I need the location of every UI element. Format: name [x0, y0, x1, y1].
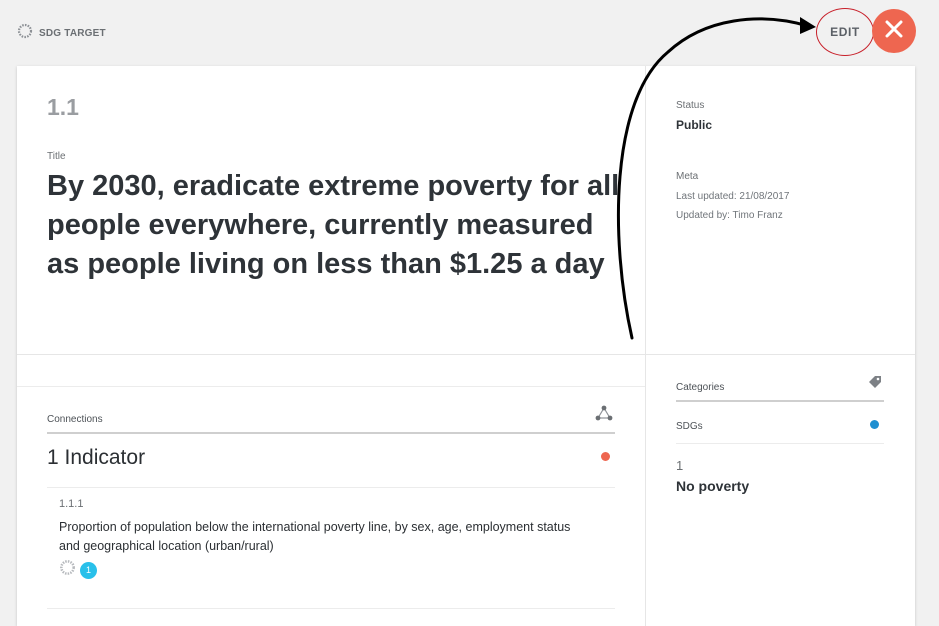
- meta-label: Meta: [676, 171, 699, 182]
- sdg-wheel-icon: [59, 559, 76, 581]
- sdgs-label: SDGs: [676, 421, 703, 432]
- indicator-description: Proportion of population below the inter…: [59, 520, 571, 553]
- close-button[interactable]: [872, 9, 916, 53]
- last-updated: Last updated: 21/08/2017: [676, 191, 790, 202]
- categories-label: Categories: [676, 382, 725, 393]
- updated-by: Updated by: Timo Franz: [676, 210, 783, 221]
- status-label: Status: [676, 100, 705, 111]
- row-divider: [47, 608, 615, 609]
- brand: SDG TARGET: [17, 23, 106, 44]
- indicator-code: 1.1.1: [59, 498, 84, 510]
- connections-rule: [47, 432, 615, 434]
- categories-rule: [676, 400, 884, 402]
- indicator-icons: 1: [59, 559, 97, 581]
- tag-icon[interactable]: [867, 374, 883, 395]
- indicator-count-heading: 1 Indicator: [47, 446, 146, 469]
- indicator-badge: 1: [80, 561, 97, 579]
- target-title: By 2030, eradicate extreme poverty for a…: [47, 170, 620, 280]
- top-bar: SDG TARGET EDIT: [0, 0, 939, 64]
- row-divider: [676, 443, 884, 444]
- target-card: 1.1 Title By 2030, eradicate extreme pov…: [17, 66, 915, 626]
- status-value: Public: [676, 118, 713, 132]
- brand-label: SDG TARGET: [39, 28, 106, 39]
- section-divider: [17, 354, 915, 355]
- vertical-divider: [645, 66, 646, 626]
- title-label: Title: [47, 151, 66, 162]
- connections-label: Connections: [47, 414, 103, 425]
- sdg-name: No poverty: [676, 478, 750, 494]
- network-icon[interactable]: [595, 405, 613, 426]
- close-icon: [884, 19, 904, 44]
- target-code: 1.1: [47, 94, 79, 120]
- indicator-color-dot: [601, 452, 610, 461]
- sdg-number: 1: [676, 458, 684, 473]
- row-divider: [47, 487, 615, 488]
- sdg-color-dot: [870, 420, 879, 429]
- section-divider: [17, 386, 645, 387]
- edit-button[interactable]: EDIT: [816, 8, 874, 56]
- sdg-wheel-icon: [17, 23, 33, 44]
